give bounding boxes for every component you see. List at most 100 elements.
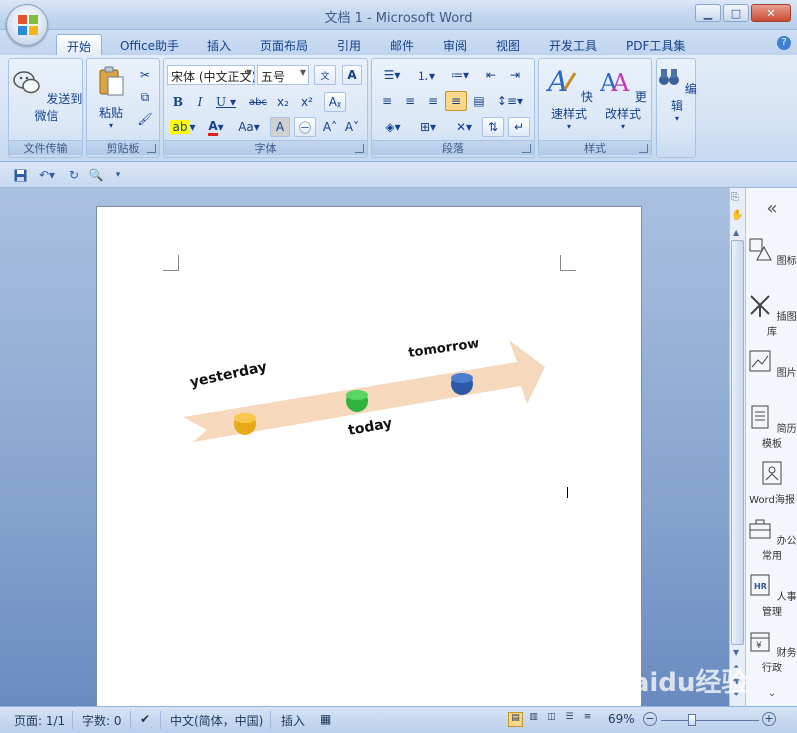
font-color-button[interactable]: A ▾ (202, 117, 230, 137)
tab-view[interactable]: 视图 (486, 34, 530, 55)
help-icon[interactable]: ? (777, 36, 791, 50)
sort-icon[interactable]: ⇅ (482, 117, 504, 137)
status-insert-mode[interactable]: 插入 (281, 712, 305, 729)
zoom-in-icon[interactable]: + (762, 712, 776, 726)
minimize-button[interactable]: ▁ (695, 4, 721, 22)
tab-office-assistant[interactable]: Office助手 (110, 34, 189, 55)
chinese-layout-button[interactable]: ✕▾ (448, 117, 480, 137)
distribute-icon[interactable]: ▤ (468, 91, 490, 111)
editing-button[interactable]: 编辑 ▾ (657, 65, 697, 123)
sidebar-item-resume[interactable]: 简历模板 (746, 404, 797, 450)
phonetic-guide-icon[interactable]: 文 (314, 65, 336, 85)
show-marks-icon[interactable]: ↵ (508, 117, 530, 137)
cut-icon[interactable]: ✂ (135, 65, 155, 85)
change-styles-button[interactable]: A A 更改样式 ▾ (595, 65, 651, 131)
increase-indent-icon[interactable]: ⇥ (504, 65, 526, 85)
sidebar-item-finance[interactable]: ¥ 财务行政 (746, 628, 797, 674)
styles-launcher-icon[interactable] (639, 144, 648, 153)
draft-icon[interactable]: ≡ (580, 712, 595, 727)
macro-record-icon[interactable]: ▦ (320, 712, 331, 726)
ruler-toggle-icon[interactable]: ⎘ (731, 192, 739, 203)
close-button[interactable]: ✕ (751, 4, 791, 22)
scroll-thumb[interactable] (731, 240, 744, 645)
change-case-button[interactable]: Aa▾ (234, 117, 264, 137)
highlight-color-button[interactable]: ab ▾ (168, 117, 198, 137)
status-page[interactable]: 页面: 1/1 (14, 712, 65, 729)
print-preview-icon[interactable]: 🔍 (88, 167, 104, 183)
hand-icon[interactable]: ✋ (731, 210, 743, 221)
bullets-button[interactable]: ☰▾ (376, 65, 408, 85)
status-language[interactable]: 中文(简体，中国) (170, 712, 263, 729)
decrease-indent-icon[interactable]: ⇤ (480, 65, 502, 85)
sidebar-item-office[interactable]: 办公常用 (746, 516, 797, 562)
document-page[interactable]: yesterday today tomorrow (96, 206, 642, 706)
underline-button[interactable]: U ▾ (212, 92, 240, 112)
vertical-scrollbar[interactable]: ⎘ ✋ ▲ ▼ ⏶ ● ⏷ (729, 188, 745, 706)
tab-references[interactable]: 引用 (327, 34, 371, 55)
clipboard-launcher-icon[interactable] (147, 144, 156, 153)
sidebar-item-icons[interactable]: 图标 (746, 236, 797, 267)
paste-button[interactable]: 粘贴 ▾ (91, 65, 131, 130)
superscript-button[interactable]: x² (296, 92, 318, 112)
clear-format-icon[interactable]: Aᵪ (324, 92, 346, 112)
redo-icon[interactable]: ↻ (66, 167, 82, 183)
sidebar-item-hr[interactable]: HR 人事管理 (746, 572, 797, 618)
borders-button[interactable]: ⊞▾ (412, 117, 444, 137)
timeline-arrow-graphic[interactable]: yesterday today tomorrow (177, 322, 557, 462)
sidebar-item-poster[interactable]: Word海报 (746, 460, 797, 506)
char-shading-icon[interactable]: A (270, 117, 290, 137)
font-launcher-icon[interactable] (355, 144, 364, 153)
subscript-button[interactable]: x₂ (272, 92, 294, 112)
copy-icon[interactable]: ⧉ (135, 87, 155, 107)
customize-qat-icon[interactable]: ▾ (110, 167, 126, 183)
font-size-combo[interactable]: 五号 ▼ (257, 65, 309, 85)
tab-pdf-tools[interactable]: PDF工具集 (616, 34, 695, 55)
sidebar-item-pictures[interactable]: 图片 (746, 348, 797, 379)
undo-icon[interactable]: ↶▾ (34, 167, 60, 183)
proofing-icon[interactable]: ✔ (140, 712, 150, 726)
office-button[interactable] (6, 4, 48, 46)
multilevel-list-button[interactable]: ≔▾ (444, 65, 476, 85)
shrink-font-icon[interactable]: A˅ (342, 117, 362, 137)
sidebar-scroll-down-icon[interactable]: ⌄ (746, 688, 797, 699)
char-border-icon[interactable]: A (342, 65, 362, 85)
bold-button[interactable]: B (168, 92, 188, 112)
align-left-icon[interactable]: ≡ (376, 91, 398, 111)
format-painter-icon[interactable]: 🖌 (135, 109, 155, 129)
shading-button[interactable]: ◈▾ (376, 117, 410, 137)
italic-button[interactable]: I (190, 92, 210, 112)
zoom-slider[interactable] (661, 720, 759, 721)
grow-font-icon[interactable]: A˄ (320, 117, 340, 137)
scroll-down-icon[interactable]: ▼ (733, 648, 739, 657)
scroll-up-icon[interactable]: ▲ (733, 228, 739, 237)
outline-icon[interactable]: ☰ (562, 712, 577, 727)
tab-developer[interactable]: 开发工具 (539, 34, 607, 55)
status-words[interactable]: 字数: 0 (82, 712, 122, 729)
justify-icon[interactable]: ≡ (445, 91, 467, 111)
tab-page-layout[interactable]: 页面布局 (250, 34, 318, 55)
zoom-out-icon[interactable]: − (643, 712, 657, 726)
maximize-button[interactable]: □ (723, 4, 749, 22)
sidebar-item-illustrations[interactable]: 插图库 (746, 292, 797, 338)
send-to-wechat-button[interactable]: 发送到微信 (9, 67, 84, 124)
tab-mailings[interactable]: 邮件 (380, 34, 424, 55)
font-name-combo[interactable]: 宋体 (中文正文) ▼ (167, 65, 255, 85)
web-layout-icon[interactable]: ◫ (544, 712, 559, 727)
zoom-level[interactable]: 69% (608, 712, 635, 726)
full-screen-reading-icon[interactable]: ▥ (526, 712, 541, 727)
strikethrough-button[interactable]: abc (246, 92, 270, 112)
tab-review[interactable]: 审阅 (433, 34, 477, 55)
line-spacing-button[interactable]: ↕≡▾ (494, 91, 526, 111)
align-right-icon[interactable]: ≡ (422, 91, 444, 111)
tab-home[interactable]: 开始 (56, 34, 103, 55)
enclose-char-icon[interactable]: ㊀ (294, 117, 316, 137)
tab-insert[interactable]: 插入 (197, 34, 241, 55)
print-layout-icon[interactable]: ▤ (508, 712, 523, 727)
paragraph-launcher-icon[interactable] (522, 144, 531, 153)
numbering-button[interactable]: ⒈▾ (410, 65, 442, 85)
align-center-icon[interactable]: ≡ (399, 91, 421, 111)
zoom-slider-thumb[interactable] (688, 714, 696, 726)
quick-styles-button[interactable]: A 快速样式 ▾ (541, 65, 597, 131)
save-icon[interactable] (12, 167, 28, 183)
collapse-sidebar-icon[interactable]: « (746, 198, 797, 219)
